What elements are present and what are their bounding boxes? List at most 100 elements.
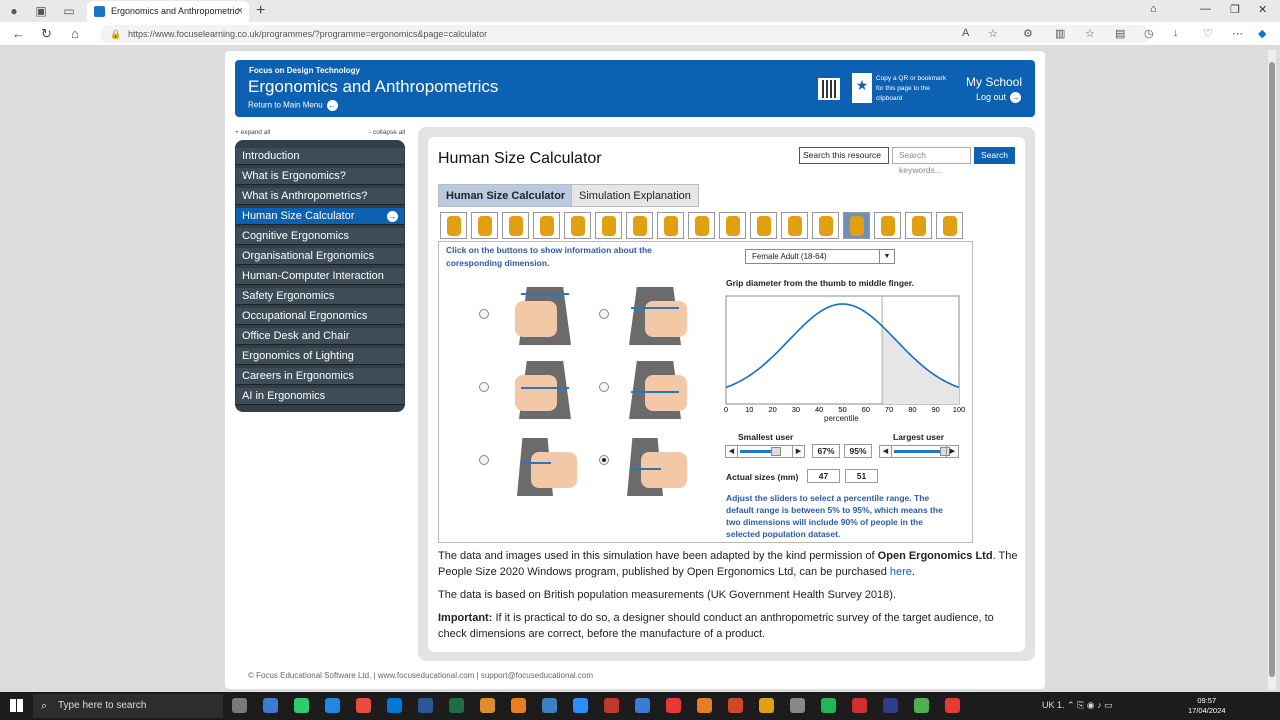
dimension-radio-4[interactable] [599, 382, 609, 392]
expand-all-link[interactable]: + expand all [235, 129, 270, 136]
bookmark-star-icon[interactable]: ★ [852, 73, 872, 103]
photos-icon[interactable] [480, 698, 495, 713]
dimension-button-17[interactable] [936, 212, 963, 239]
favorite-star-icon[interactable]: ☆ [988, 27, 998, 40]
spotify-icon[interactable] [821, 698, 836, 713]
close-window-icon[interactable]: ✕ [1258, 3, 1267, 16]
windows-start-icon[interactable] [10, 699, 23, 712]
dimension-button-13[interactable] [812, 212, 839, 239]
home-icon[interactable]: ⌂ [71, 26, 79, 41]
task-view-icon[interactable] [232, 698, 247, 713]
sidebar-item-organisational-ergonomics[interactable]: Organisational Ergonomics [236, 248, 404, 265]
search-input[interactable]: Search keywords... [892, 147, 971, 175]
dimension-radio-2[interactable] [599, 309, 609, 319]
app-icon[interactable] [852, 698, 867, 713]
more-menu-icon[interactable]: ⋯ [1232, 27, 1243, 40]
largest-user-slider[interactable]: ◀ ▶ [879, 445, 959, 458]
population-select[interactable]: Female Adult (18-64) ▼ [745, 249, 895, 264]
slider-left-icon[interactable]: ◀ [726, 446, 738, 457]
history-icon[interactable]: ◷ [1144, 27, 1154, 40]
tab-human-size-calculator[interactable]: Human Size Calculator [438, 184, 574, 207]
opera-icon[interactable] [666, 698, 681, 713]
dimension-button-10[interactable] [719, 212, 746, 239]
dimension-button-7[interactable] [626, 212, 653, 239]
app-icon[interactable] [635, 698, 650, 713]
excel-icon[interactable] [418, 698, 433, 713]
favorites-icon[interactable]: ☆ [1085, 27, 1095, 40]
qr-code-icon[interactable] [818, 78, 840, 100]
maximize-icon[interactable]: ❐ [1230, 3, 1240, 16]
sidebar-item-introduction[interactable]: Introduction [236, 148, 404, 165]
read-aloud-icon[interactable]: A [962, 27, 969, 39]
dimension-button-5[interactable] [564, 212, 591, 239]
browser-essentials-icon[interactable]: ♡ [1203, 27, 1213, 40]
app-icon[interactable] [945, 698, 960, 713]
taskbar-search[interactable]: ⌕ Type here to search [33, 694, 223, 718]
search-button[interactable]: Search [974, 147, 1015, 164]
sidebar-item-what-is-ergonomics[interactable]: What is Ergonomics? [236, 168, 404, 185]
profile-icon[interactable]: ● [6, 3, 22, 19]
tab-simulation-explanation[interactable]: Simulation Explanation [571, 184, 699, 207]
sidebar-item-hci[interactable]: Human-Computer Interaction [236, 268, 404, 285]
slider-left-icon[interactable]: ◀ [880, 446, 892, 457]
sidebar-item-what-is-anthropometrics[interactable]: What is Anthropometrics? [236, 188, 404, 205]
slider-right-icon[interactable]: ▶ [792, 446, 804, 457]
copilot-mode-icon[interactable]: ⌂ [1150, 3, 1157, 15]
slider-right-icon[interactable]: ▶ [946, 446, 958, 457]
dimension-button-4[interactable] [533, 212, 560, 239]
dimension-button-8[interactable] [657, 212, 684, 239]
dimension-radio-1[interactable] [479, 309, 489, 319]
widgets-icon[interactable] [263, 698, 278, 713]
clock[interactable]: 09:57 17/04/2024 [1188, 696, 1226, 716]
tab-actions-icon[interactable]: ▭ [61, 3, 77, 19]
search-scope-select[interactable]: Search this resource [799, 147, 889, 164]
refresh-icon[interactable]: ↻ [41, 26, 52, 42]
return-main-menu-link[interactable]: Return to Main Menu ← [248, 100, 338, 111]
back-icon[interactable]: ← [12, 26, 25, 41]
file-explorer-icon[interactable] [759, 698, 774, 713]
sidebar-item-safety-ergonomics[interactable]: Safety Ergonomics [236, 288, 404, 305]
dimension-button-2[interactable] [471, 212, 498, 239]
app-icon[interactable] [697, 698, 712, 713]
sidebar-item-ai-in-ergonomics[interactable]: AI in Ergonomics [236, 388, 404, 405]
zoom-icon[interactable] [573, 698, 588, 713]
minimize-icon[interactable]: — [1200, 3, 1211, 15]
system-tray[interactable]: UK 1. ⌃ ⎘ ◉ ♪ ▭ [1042, 700, 1113, 711]
active-tab[interactable]: Ergonomics and Anthropometric × [87, 1, 249, 22]
dimension-radio-6[interactable] [599, 455, 609, 465]
photoshop-icon[interactable] [883, 698, 898, 713]
edge-icon[interactable] [356, 698, 371, 713]
collections-icon[interactable]: ▤ [1115, 27, 1125, 40]
dimension-button-14[interactable] [843, 212, 870, 239]
smallest-user-slider[interactable]: ◀ ▶ [725, 445, 805, 458]
copilot-icon[interactable]: ◆ [1258, 27, 1266, 40]
purchase-link[interactable]: here [890, 566, 912, 578]
dimension-button-11[interactable] [750, 212, 777, 239]
language-indicator[interactable]: UK 1. [1042, 700, 1065, 710]
sidebar-item-human-size-calculator[interactable]: Human Size Calculator → [236, 208, 404, 225]
dimension-radio-3[interactable] [479, 382, 489, 392]
dimension-button-15[interactable] [874, 212, 901, 239]
app-icon[interactable] [542, 698, 557, 713]
settings-icon[interactable] [790, 698, 805, 713]
new-tab-icon[interactable]: + [256, 2, 265, 20]
lock-icon[interactable]: 🔒 [110, 25, 121, 43]
sidebar-item-occupational-ergonomics[interactable]: Occupational Ergonomics [236, 308, 404, 325]
dimension-button-1[interactable] [440, 212, 467, 239]
sidebar-item-ergonomics-lighting[interactable]: Ergonomics of Lighting [236, 348, 404, 365]
filezilla-icon[interactable] [604, 698, 619, 713]
sidebar-item-office-desk-chair[interactable]: Office Desk and Chair [236, 328, 404, 345]
scrollbar[interactable] [1268, 50, 1276, 690]
powerpoint-icon[interactable] [728, 698, 743, 713]
app-icon[interactable] [511, 698, 526, 713]
downloads-icon[interactable]: ↓ [1173, 27, 1179, 39]
chrome-icon[interactable] [325, 698, 340, 713]
app-icon[interactable] [449, 698, 464, 713]
dimension-button-12[interactable] [781, 212, 808, 239]
sidebar-item-careers[interactable]: Careers in Ergonomics [236, 368, 404, 385]
collapse-all-link[interactable]: - collapse all [369, 129, 405, 136]
dimension-button-3[interactable] [502, 212, 529, 239]
close-tab-icon[interactable]: × [237, 1, 243, 21]
dimension-button-9[interactable] [688, 212, 715, 239]
scrollbar-thumb[interactable] [1269, 62, 1275, 677]
